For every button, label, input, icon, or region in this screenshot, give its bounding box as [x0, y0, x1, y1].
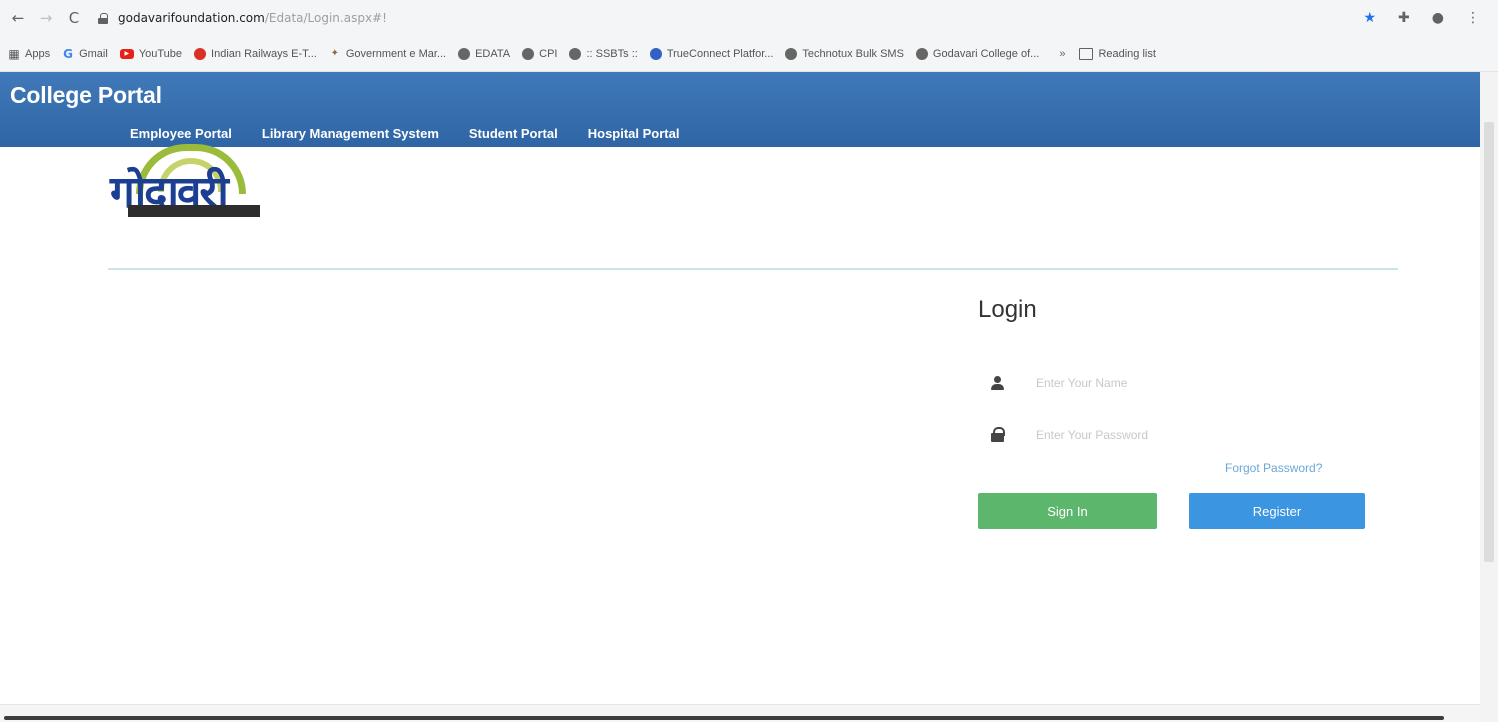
bookmark-youtube[interactable]: ▶ YouTube — [119, 47, 183, 60]
password-input[interactable] — [1036, 424, 1336, 446]
bookmark-label: YouTube — [138, 47, 183, 60]
vertical-scrollbar[interactable] — [1480, 72, 1498, 722]
trueconnect-icon — [649, 47, 662, 60]
globe-icon — [458, 47, 471, 60]
bookmark-edata[interactable]: EDATA — [458, 47, 511, 60]
reading-list-icon — [1079, 47, 1094, 60]
bookmark-godavari[interactable]: Godavari College of... — [915, 47, 1040, 60]
bookmark-label: EDATA — [475, 47, 511, 60]
browser-toolbar: ← → C godavarifoundation.com/Edata/Login… — [0, 0, 1498, 36]
sign-in-button[interactable]: Sign In — [978, 493, 1157, 529]
reading-list-label: Reading list — [1098, 47, 1156, 60]
url-domain: godavarifoundation.com — [118, 11, 265, 25]
username-input[interactable] — [1036, 372, 1336, 394]
url-path: /Edata/Login.aspx#! — [264, 11, 387, 25]
nav-hospital-portal[interactable]: Hospital Portal — [588, 126, 680, 141]
bookmark-label: Godavari College of... — [932, 47, 1040, 60]
address-bar[interactable]: godavarifoundation.com/Edata/Login.aspx#… — [98, 11, 387, 25]
reading-list-button[interactable]: Reading list — [1079, 47, 1156, 60]
bookmark-label: Government e Mar... — [345, 47, 447, 60]
bookmark-apps[interactable]: ▦ Apps — [8, 48, 50, 60]
vertical-scroll-thumb[interactable] — [1484, 122, 1494, 562]
bookmark-cpi[interactable]: CPI — [522, 47, 558, 60]
bookmark-railways[interactable]: Indian Railways E-T... — [194, 47, 317, 60]
password-row — [990, 424, 1336, 446]
horizontal-scroll-thumb[interactable] — [4, 716, 1444, 720]
globe-icon — [522, 47, 535, 60]
bookmark-star-icon[interactable]: ★ — [1363, 10, 1376, 26]
bookmark-gem[interactable]: ✦ Government e Mar... — [329, 48, 446, 60]
reload-icon[interactable]: C — [60, 4, 88, 32]
horizontal-scrollbar[interactable] — [0, 704, 1480, 722]
site-header: College Portal Employee Portal Library M… — [0, 72, 1480, 147]
nav-student-portal[interactable]: Student Portal — [469, 126, 558, 141]
bookmark-ssbts[interactable]: :: SSBTs :: — [569, 47, 638, 60]
menu-kebab-icon[interactable]: ⋮ — [1466, 10, 1480, 26]
forgot-password-link[interactable]: Forgot Password? — [1225, 461, 1322, 475]
youtube-icon: ▶ — [119, 48, 134, 59]
nav-library-management[interactable]: Library Management System — [262, 126, 439, 141]
bookmark-label: Indian Railways E-T... — [211, 47, 317, 60]
bookmark-gmail[interactable]: G Gmail — [62, 48, 108, 60]
bookmark-label: Technotux Bulk SMS — [802, 47, 904, 60]
login-title: Login — [978, 296, 1037, 323]
bookmark-label: :: SSBTs :: — [586, 47, 638, 60]
user-icon — [990, 375, 1006, 391]
bookmark-trueconnect[interactable]: TrueConnect Platfor... — [649, 47, 774, 60]
bookmark-label: Apps — [25, 47, 51, 60]
bookmark-label: Gmail — [79, 47, 108, 60]
header-divider — [108, 268, 1398, 270]
godavari-logo: गोदावरी — [108, 142, 283, 237]
register-button[interactable]: Register — [1189, 493, 1365, 529]
google-icon: G — [63, 46, 73, 61]
bookmarks-bar: ▦ Apps G Gmail ▶ YouTube Indian Railways E-… — [0, 36, 1498, 72]
username-row — [990, 372, 1336, 394]
extensions-puzzle-icon[interactable]: ✚ — [1398, 10, 1410, 26]
globe-icon — [569, 47, 582, 60]
gem-icon: ✦ — [330, 47, 339, 59]
portal-nav: Employee Portal Library Management Syste… — [130, 126, 679, 141]
globe-icon — [785, 47, 798, 60]
toolbar-right-icons: ★ ✚ ● ⋮ — [1363, 10, 1480, 26]
bookmark-technotux[interactable]: Technotux Bulk SMS — [785, 47, 904, 60]
railways-icon — [194, 47, 207, 60]
bookmark-label: TrueConnect Platfor... — [666, 47, 774, 60]
bookmark-label: CPI — [539, 47, 558, 60]
logo-subtitle-band — [128, 205, 260, 217]
site-brand[interactable]: College Portal — [10, 82, 162, 109]
nav-employee-portal[interactable]: Employee Portal — [130, 126, 232, 141]
bookmarks-overflow-button[interactable]: » — [1059, 48, 1065, 60]
profile-icon[interactable]: ● — [1432, 10, 1444, 26]
page-content: College Portal Employee Portal Library M… — [0, 72, 1498, 722]
lock-icon — [990, 427, 1006, 443]
back-arrow-icon[interactable]: ← — [4, 4, 32, 32]
apps-grid-icon: ▦ — [8, 46, 20, 61]
lock-icon — [98, 12, 108, 24]
forward-arrow-icon[interactable]: → — [32, 4, 60, 32]
globe-icon — [915, 47, 928, 60]
